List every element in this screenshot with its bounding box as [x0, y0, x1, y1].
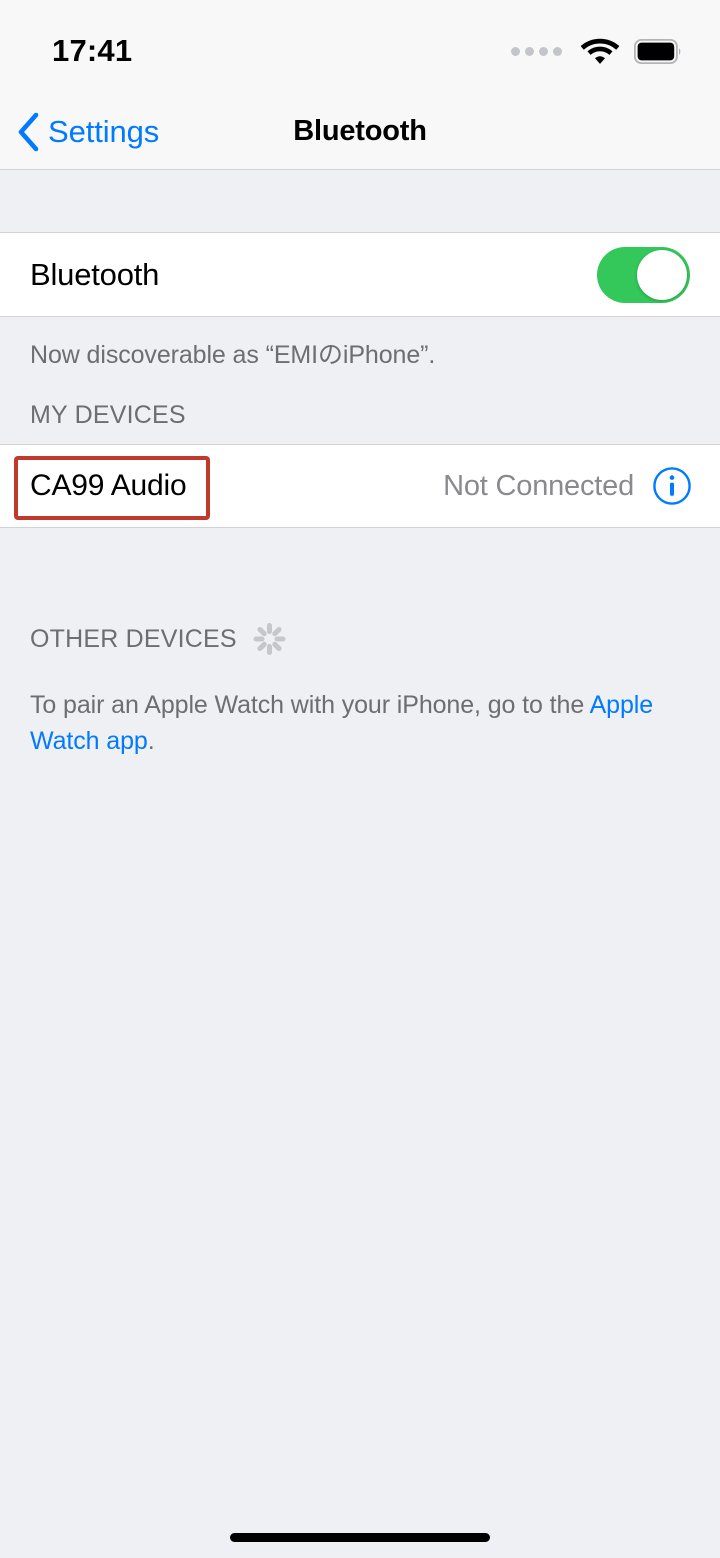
status-bar-time: 17:41 [52, 33, 133, 68]
other-devices-header: OTHER DEVICES [0, 592, 720, 670]
other-devices-header-label: OTHER DEVICES [30, 624, 237, 653]
top-spacer [0, 170, 720, 232]
pair-text-before: To pair an Apple Watch with your iPhone,… [30, 691, 590, 720]
info-circle-icon[interactable] [652, 466, 692, 506]
home-indicator[interactable] [230, 1533, 490, 1542]
status-bar: 17:41 [0, 0, 720, 94]
bluetooth-toggle-row[interactable]: Bluetooth [0, 232, 720, 317]
battery-full-icon [634, 38, 681, 64]
device-name: CA99 Audio [30, 469, 187, 503]
navigation-bar: Settings Bluetooth [0, 94, 720, 170]
my-devices-header-label: MY DEVICES [30, 401, 186, 430]
pair-text-after: . [147, 726, 155, 755]
toggle-knob [637, 249, 687, 300]
bluetooth-label: Bluetooth [30, 256, 160, 292]
my-devices-header: MY DEVICES [0, 371, 720, 444]
status-bar-indicators [511, 29, 682, 65]
pair-instructions: To pair an Apple Watch with your iPhone,… [0, 670, 720, 759]
signal-dots-icon [511, 46, 562, 56]
iphone-screen: 17:41 Settings Bluetooth Bluetooth Now d… [0, 0, 720, 1558]
device-row-ca99-audio[interactable]: CA99 Audio Not Connected [0, 444, 720, 529]
wifi-icon [581, 38, 619, 64]
device-connection-status: Not Connected [443, 469, 634, 502]
discoverable-footnote: Now discoverable as “EMIのiPhone”. [30, 341, 436, 369]
device-row-right: Not Connected [443, 466, 692, 506]
settings-content: Bluetooth Now discoverable as “EMIのiPhon… [0, 170, 720, 1558]
page-title: Bluetooth [293, 115, 427, 147]
activity-spinner-icon [253, 622, 287, 656]
bluetooth-toggle-switch[interactable] [597, 246, 690, 303]
